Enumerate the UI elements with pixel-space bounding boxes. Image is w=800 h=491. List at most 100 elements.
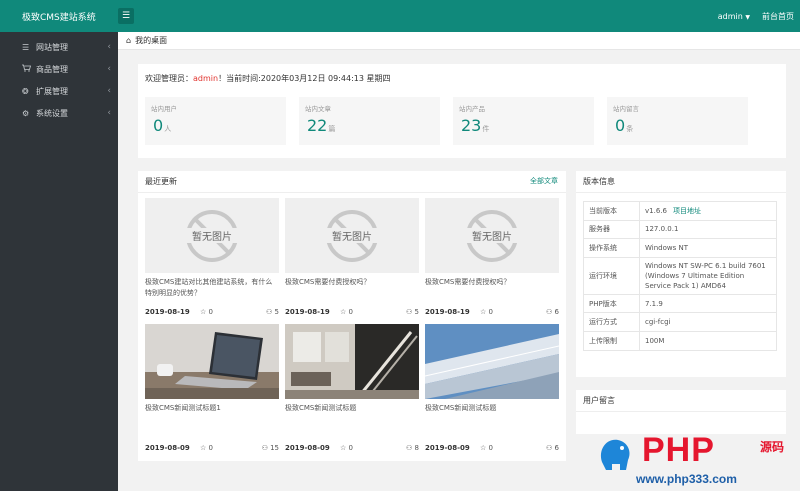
panel-title: 最近更新 [145, 177, 177, 186]
version-table: 当前版本 v1.6.6 项目地址 服务器 127.0.0.1 操作系统 Windows … [583, 201, 777, 351]
user-menu[interactable]: admin ▼ [718, 12, 750, 21]
user-icon: ⚇ [266, 308, 273, 316]
stat-value: 0 [615, 116, 626, 135]
article-card[interactable]: 极致CMS新闻测试标题 [285, 324, 419, 425]
stat-products[interactable]: 站内产品 23件 [453, 97, 594, 145]
row-key: 运行环境 [583, 256, 640, 295]
row-value: cgi-fcgi [639, 312, 777, 332]
no-image-icon: 暂无图片 [466, 210, 518, 262]
stat-unit: 条 [626, 125, 634, 133]
article-date: 2019-08-19 [425, 308, 470, 316]
site-title[interactable]: 极致CMS建站系统 [0, 0, 118, 32]
article-title[interactable]: 极致CMS新闻测试标题 [285, 403, 419, 425]
no-image-placeholder: 暂无图片 [285, 198, 419, 273]
row-value: 127.0.0.1 [639, 219, 777, 240]
menu-toggle-button[interactable]: ☰ [118, 8, 134, 24]
breadcrumb: ⌂ 我的桌面 [118, 32, 800, 50]
star-icon: ☆ [340, 444, 347, 452]
no-image-text: 暂无图片 [466, 228, 518, 243]
row-key: 上传限制 [583, 330, 640, 351]
elephant-logo [600, 439, 630, 470]
front-page-link[interactable]: 前台首页 [762, 11, 794, 22]
article-date: 2019-08-19 [285, 308, 330, 316]
home-icon: ⌂ [126, 36, 132, 45]
recent-updates-panel: 最近更新 全部文章 暂无图片 极致CMS建站对比其他建站系统，有什么特别明显的优… [138, 171, 566, 461]
breadcrumb-label[interactable]: 我的桌面 [135, 35, 167, 46]
room-photo [285, 324, 419, 399]
top-right-nav: admin ▼ 前台首页 [718, 0, 794, 32]
star-icon: ☆ [200, 308, 207, 316]
no-image-text: 暂无图片 [326, 228, 378, 243]
star-icon: ☆ [200, 444, 207, 452]
sidebar: ☰ 网站管理 ‹ 商品管理 ‹ ❂ 扩展管理 ‹ ⚙ 系统设置 ‹ [0, 32, 118, 491]
welcome-time: ！当前时间:2020年03月12日 09:44:13 星期四 [218, 74, 391, 83]
stat-articles[interactable]: 站内文章 22篇 [299, 97, 440, 145]
row-value: v1.6.6 项目地址 [639, 201, 777, 221]
sidebar-item-settings[interactable]: ⚙ 系统设置 ‹ [0, 102, 118, 124]
welcome-user: admin [193, 74, 219, 83]
article-card[interactable]: 暂无图片 极致CMS需要付费授权吗？ [285, 198, 419, 299]
project-link[interactable]: 项目地址 [673, 207, 701, 215]
watermark-tag: 源码 [760, 440, 785, 454]
article-card[interactable]: 暂无图片 极致CMS需要付费授权吗？ [425, 198, 559, 299]
star-icon: ☆ [480, 308, 487, 316]
article-meta: 2019-08-09 ☆ 0 ⚇ 8 [285, 444, 419, 452]
view-count: 6 [554, 444, 559, 452]
stat-unit: 人 [164, 125, 172, 133]
row-value: 7.1.9 [639, 293, 777, 314]
article-card[interactable]: 极致CMS新闻测试标题 [425, 324, 559, 425]
user-icon: ⚇ [261, 444, 268, 452]
article-title[interactable]: 极致CMS需要付费授权吗？ [285, 277, 419, 299]
article-date: 2019-08-09 [425, 444, 470, 452]
menu-icon: ☰ [121, 11, 131, 21]
article-meta: 2019-08-19 ☆ 0 ⚇ 5 [145, 308, 279, 316]
stat-label: 站内用户 [151, 105, 177, 113]
star-icon: ☆ [480, 444, 487, 452]
row-key: 运行方式 [583, 312, 640, 332]
like-count: 0 [348, 308, 353, 316]
view-count: 6 [554, 308, 559, 316]
sidebar-item-goods[interactable]: 商品管理 ‹ [0, 58, 118, 80]
stat-messages[interactable]: 站内留言 0条 [607, 97, 748, 145]
article-card[interactable]: 暂无图片 极致CMS建站对比其他建站系统，有什么特别明显的优势？ [145, 198, 279, 299]
article-meta: 2019-08-09 ☆ 0 ⚇ 15 [145, 444, 279, 452]
article-card[interactable]: 极致CMS新闻测试标题1 [145, 324, 279, 425]
chevron-left-icon: ‹ [107, 42, 111, 52]
article-title[interactable]: 极致CMS新闻测试标题 [425, 403, 559, 425]
no-image-text: 暂无图片 [186, 228, 238, 243]
no-image-placeholder: 暂无图片 [145, 198, 279, 273]
divider [576, 411, 786, 412]
cart-icon [22, 64, 36, 74]
article-title[interactable]: 极致CMS建站对比其他建站系统，有什么特别明显的优势？ [145, 277, 279, 299]
watermark: PHP 源码 www.php333.com [592, 430, 800, 491]
sidebar-item-site[interactable]: ☰ 网站管理 ‹ [0, 36, 118, 58]
row-value: 100M [639, 330, 777, 351]
table-row: 当前版本 v1.6.6 项目地址 [583, 201, 777, 221]
article-meta: 2019-08-19 ☆ 0 ⚇ 6 [425, 308, 559, 316]
table-row: 运行方式 cgi-fcgi [583, 312, 777, 332]
panel-title: 用户留言 [583, 396, 615, 405]
no-image-icon: 暂无图片 [326, 210, 378, 262]
article-title[interactable]: 极致CMS新闻测试标题1 [145, 403, 279, 425]
star-icon: ☆ [340, 308, 347, 316]
puzzle-icon: ❂ [22, 86, 29, 96]
divider [138, 192, 566, 193]
all-articles-link[interactable]: 全部文章 [530, 176, 558, 186]
user-messages-panel: 用户留言 [576, 390, 786, 434]
row-key: 服务器 [583, 219, 640, 240]
sidebar-item-label: 扩展管理 [36, 86, 68, 96]
chevron-left-icon: ‹ [107, 108, 111, 118]
article-title[interactable]: 极致CMS需要付费授权吗？ [425, 277, 559, 299]
stat-users[interactable]: 站内用户 0人 [145, 97, 286, 145]
version-value: v1.6.6 [645, 206, 667, 215]
like-count: 0 [348, 444, 353, 452]
sidebar-item-label: 商品管理 [36, 64, 68, 74]
version-info-panel: 版本信息 当前版本 v1.6.6 项目地址 服务器 127.0.0.1 操作系统 Win… [576, 171, 786, 377]
chevron-left-icon: ‹ [107, 86, 111, 96]
stat-unit: 篇 [328, 125, 336, 133]
sidebar-item-extend[interactable]: ❂ 扩展管理 ‹ [0, 80, 118, 102]
welcome-prefix: 欢迎管理员： [145, 74, 193, 83]
row-key: 当前版本 [583, 201, 640, 221]
user-icon: ⚇ [406, 308, 413, 316]
row-value: Windows NT [639, 238, 777, 258]
